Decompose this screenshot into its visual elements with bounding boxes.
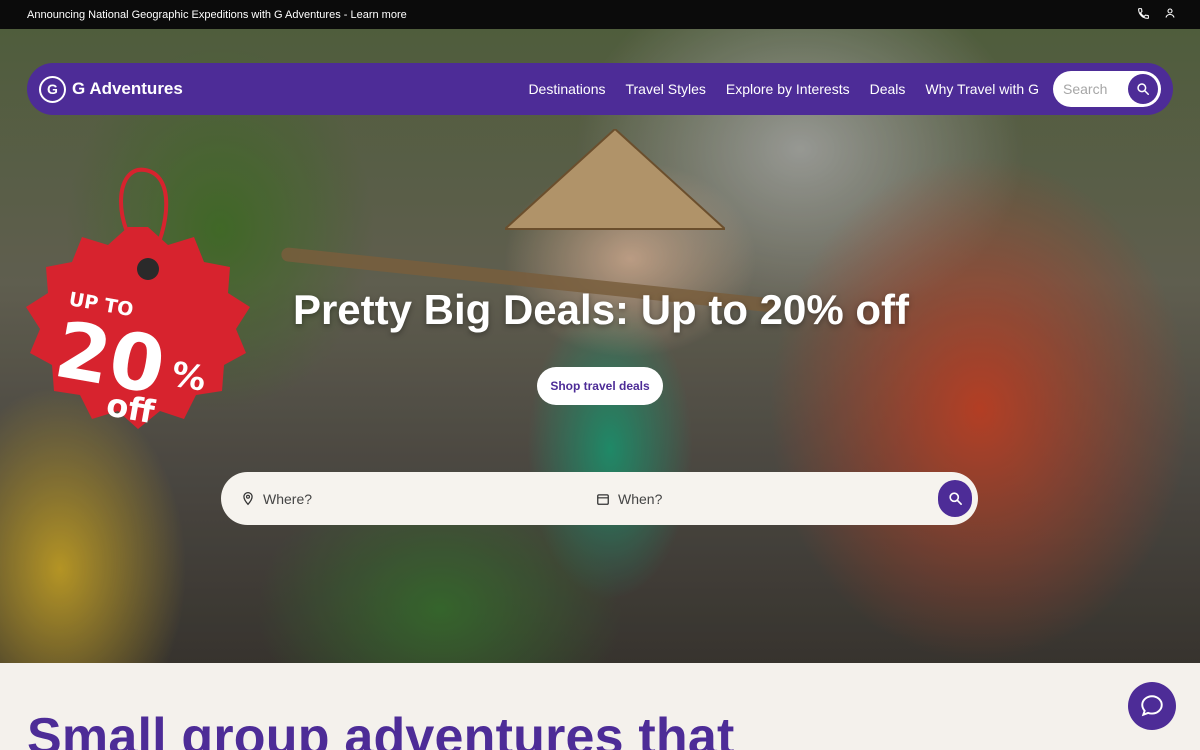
nav-link-explore-by-interests[interactable]: Explore by Interests (726, 81, 850, 97)
shop-travel-deals-button[interactable]: Shop travel deals (537, 367, 663, 405)
nav-search-button[interactable] (1128, 74, 1158, 104)
trip-search-button[interactable] (938, 480, 972, 517)
hero-headline: Pretty Big Deals: Up to 20% off (292, 286, 910, 333)
when-field[interactable]: When? (596, 491, 662, 507)
user-icon[interactable] (1164, 7, 1176, 22)
phone-icon[interactable] (1137, 7, 1150, 23)
brand-logo[interactable]: G G Adventures (39, 75, 183, 103)
nav-link-why-travel[interactable]: Why Travel with G (925, 81, 1039, 97)
announcement-link[interactable]: Announcing National Geographic Expeditio… (27, 9, 407, 21)
where-placeholder: Where? (263, 490, 313, 507)
topbar-icons (1137, 7, 1176, 23)
nav-search (1053, 71, 1161, 107)
main-nav: G G Adventures Destinations Travel Style… (27, 63, 1173, 115)
chat-button[interactable] (1128, 682, 1176, 730)
nav-links: Destinations Travel Styles Explore by In… (528, 81, 1039, 97)
nav-link-destinations[interactable]: Destinations (528, 81, 605, 97)
section-heading: Small group adventures that (27, 708, 735, 750)
intro-section: Small group adventures that (0, 663, 1200, 750)
badge-percent: % (168, 354, 209, 399)
when-placeholder: When? (618, 490, 663, 507)
nav-link-deals[interactable]: Deals (870, 81, 906, 97)
map-pin-icon (243, 492, 253, 506)
badge-line3: off (104, 385, 159, 431)
search-icon (1137, 83, 1150, 96)
trip-search-bar: Where? When? (221, 472, 978, 525)
chat-bubble-icon (1141, 695, 1163, 717)
g-logo-icon: G (39, 75, 66, 103)
where-field[interactable]: Where? (241, 491, 312, 507)
nav-search-input[interactable] (1063, 81, 1125, 97)
announcement-bar: Announcing National Geographic Expeditio… (0, 0, 1200, 29)
nav-link-travel-styles[interactable]: Travel Styles (625, 81, 705, 97)
brand-name: G Adventures (72, 79, 183, 98)
calendar-icon (597, 493, 609, 505)
search-icon (948, 492, 962, 505)
